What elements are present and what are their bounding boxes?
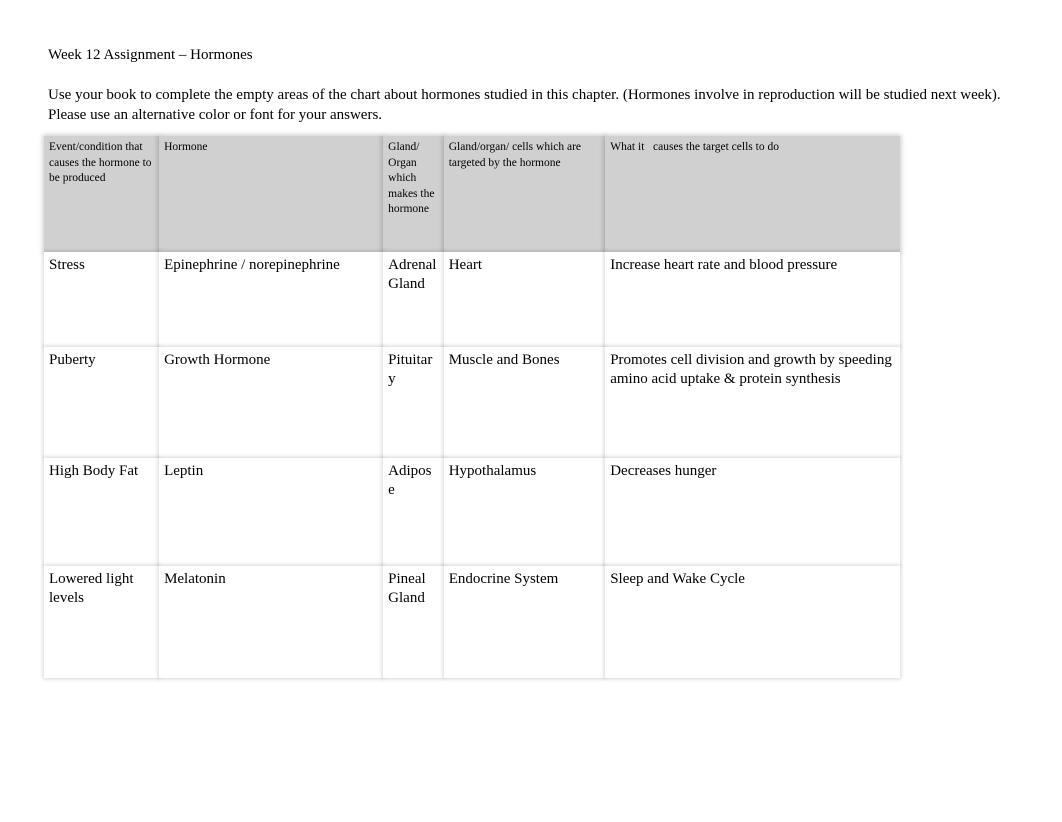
cell-gland[interactable]: Adrenal Gland bbox=[383, 252, 444, 347]
table-row: Lowered light levels Melatonin Pineal Gl… bbox=[44, 566, 900, 678]
table-row: High Body Fat Leptin Adipose Hypothalamu… bbox=[44, 458, 900, 566]
cell-target[interactable]: Endocrine System bbox=[443, 566, 606, 678]
cell-hormone[interactable]: Melatonin bbox=[159, 566, 384, 678]
cell-hormone[interactable]: Leptin bbox=[159, 458, 384, 566]
cell-event[interactable]: Stress bbox=[44, 252, 160, 347]
cell-event[interactable]: Lowered light levels bbox=[44, 566, 160, 678]
hormones-table-container: Event/condition that causes the hormone … bbox=[36, 130, 908, 686]
column-header-gland-label: Gland/ Organ which makes the hormone bbox=[388, 141, 435, 215]
cell-hormone[interactable]: Growth Hormone bbox=[159, 347, 384, 458]
cell-hormone-text: Leptin bbox=[164, 463, 204, 479]
column-header-gland: Gland/ Organ which makes the hormone bbox=[383, 136, 444, 252]
cell-gland-text: Adrenal Gland bbox=[388, 257, 437, 292]
cell-target[interactable]: Hypothalamus bbox=[443, 458, 606, 566]
cell-gland[interactable]: Pineal Gland bbox=[383, 566, 444, 678]
cell-gland-text: Pineal Gland bbox=[388, 571, 426, 606]
cell-effect-text: Decreases hunger bbox=[610, 463, 717, 479]
cell-event-text: Lowered light levels bbox=[49, 571, 134, 606]
cell-effect[interactable]: Sleep and Wake Cycle bbox=[605, 566, 900, 678]
cell-effect-text: Increase heart rate and blood pressure bbox=[610, 257, 838, 273]
cell-target[interactable]: Muscle and Bones bbox=[443, 347, 606, 458]
cell-target[interactable]: Heart bbox=[443, 252, 606, 347]
column-header-event-label: Event/condition that causes the hormone … bbox=[49, 141, 152, 184]
column-header-hormone-label: Hormone bbox=[164, 141, 208, 153]
cell-hormone-text: Growth Hormone bbox=[164, 352, 271, 368]
page-title: Week 12 Assignment – Hormones bbox=[48, 47, 253, 63]
column-header-effect-label: What it causes the target cells to do bbox=[610, 141, 779, 153]
cell-effect[interactable]: Increase heart rate and blood pressure bbox=[605, 252, 900, 347]
column-header-target-label: Gland/organ/ cells which are targeted by… bbox=[448, 141, 582, 169]
cell-effect-text: Sleep and Wake Cycle bbox=[610, 571, 745, 587]
cell-event[interactable]: High Body Fat bbox=[44, 458, 160, 566]
document-page: Week 12 Assignment – Hormones Use your b… bbox=[0, 0, 1062, 822]
cell-effect-text: Promotes cell division and growth by spe… bbox=[610, 352, 892, 387]
cell-event-text: High Body Fat bbox=[49, 463, 139, 479]
cell-gland[interactable]: Pituitary bbox=[383, 347, 444, 458]
column-header-event: Event/condition that causes the hormone … bbox=[44, 136, 160, 252]
cell-gland[interactable]: Adipose bbox=[383, 458, 444, 566]
table-row: Puberty Growth Hormone Pituitary Muscle … bbox=[44, 347, 900, 458]
column-header-target: Gland/organ/ cells which are targeted by… bbox=[443, 136, 606, 252]
cell-target-text: Hypothalamus bbox=[448, 463, 537, 479]
hormones-table: Event/condition that causes the hormone … bbox=[44, 136, 900, 678]
cell-event-text: Stress bbox=[49, 257, 85, 273]
column-header-effect: What it causes the target cells to do bbox=[605, 136, 900, 252]
cell-effect[interactable]: Promotes cell division and growth by spe… bbox=[605, 347, 900, 458]
table-row: Stress Epinephrine / norepinephrine Adre… bbox=[44, 252, 900, 347]
cell-hormone-text: Melatonin bbox=[164, 571, 226, 587]
cell-target-text: Heart bbox=[448, 257, 483, 273]
instructions-paragraph: Use your book to complete the empty area… bbox=[48, 87, 1001, 123]
cell-effect[interactable]: Decreases hunger bbox=[605, 458, 900, 566]
cell-hormone-text: Epinephrine / norepinephrine bbox=[164, 257, 340, 273]
cell-target-text: Muscle and Bones bbox=[448, 352, 560, 368]
cell-gland-text: Adipose bbox=[388, 463, 432, 498]
cell-hormone[interactable]: Epinephrine / norepinephrine bbox=[159, 252, 384, 347]
cell-target-text: Endocrine System bbox=[448, 571, 559, 587]
cell-event-text: Puberty bbox=[49, 352, 96, 368]
cell-event[interactable]: Puberty bbox=[44, 347, 160, 458]
table-header-row: Event/condition that causes the hormone … bbox=[44, 136, 900, 252]
cell-gland-text: Pituitary bbox=[388, 352, 433, 387]
column-header-hormone: Hormone bbox=[159, 136, 384, 252]
